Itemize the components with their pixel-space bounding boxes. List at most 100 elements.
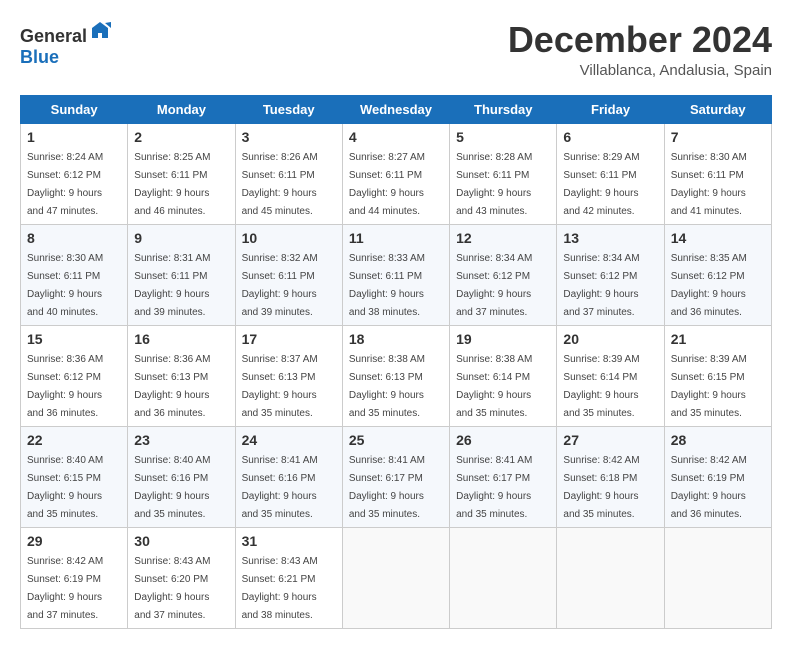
day-info: Sunrise: 8:27 AMSunset: 6:11 PMDaylight:… (349, 152, 425, 217)
page-header: General Blue December 2024 Villablanca, … (20, 20, 772, 79)
header-monday: Monday (128, 95, 235, 123)
header-saturday: Saturday (664, 95, 771, 123)
calendar-cell: 18 Sunrise: 8:38 AMSunset: 6:13 PMDaylig… (342, 325, 449, 426)
day-info: Sunrise: 8:38 AMSunset: 6:14 PMDaylight:… (456, 354, 532, 419)
calendar-cell: 14 Sunrise: 8:35 AMSunset: 6:12 PMDaylig… (664, 224, 771, 325)
day-number: 5 (456, 129, 550, 145)
calendar-cell: 25 Sunrise: 8:41 AMSunset: 6:17 PMDaylig… (342, 426, 449, 527)
day-info: Sunrise: 8:43 AMSunset: 6:21 PMDaylight:… (242, 556, 318, 621)
day-number: 20 (563, 331, 657, 347)
day-info: Sunrise: 8:43 AMSunset: 6:20 PMDaylight:… (134, 556, 210, 621)
calendar-cell (450, 527, 557, 628)
day-info: Sunrise: 8:42 AMSunset: 6:19 PMDaylight:… (671, 455, 747, 520)
calendar-week-row: 1 Sunrise: 8:24 AMSunset: 6:12 PMDayligh… (21, 123, 772, 224)
day-info: Sunrise: 8:25 AMSunset: 6:11 PMDaylight:… (134, 152, 210, 217)
day-number: 28 (671, 432, 765, 448)
day-number: 24 (242, 432, 336, 448)
day-number: 16 (134, 331, 228, 347)
day-number: 11 (349, 230, 443, 246)
day-number: 23 (134, 432, 228, 448)
calendar-cell: 7 Sunrise: 8:30 AMSunset: 6:11 PMDayligh… (664, 123, 771, 224)
calendar-cell: 30 Sunrise: 8:43 AMSunset: 6:20 PMDaylig… (128, 527, 235, 628)
day-info: Sunrise: 8:41 AMSunset: 6:17 PMDaylight:… (456, 455, 532, 520)
calendar-cell: 3 Sunrise: 8:26 AMSunset: 6:11 PMDayligh… (235, 123, 342, 224)
calendar-cell: 23 Sunrise: 8:40 AMSunset: 6:16 PMDaylig… (128, 426, 235, 527)
day-number: 9 (134, 230, 228, 246)
calendar-cell: 4 Sunrise: 8:27 AMSunset: 6:11 PMDayligh… (342, 123, 449, 224)
day-info: Sunrise: 8:29 AMSunset: 6:11 PMDaylight:… (563, 152, 639, 217)
calendar-cell (342, 527, 449, 628)
calendar-cell (664, 527, 771, 628)
day-number: 21 (671, 331, 765, 347)
month-title: December 2024 (508, 20, 772, 60)
calendar-week-row: 22 Sunrise: 8:40 AMSunset: 6:15 PMDaylig… (21, 426, 772, 527)
day-info: Sunrise: 8:39 AMSunset: 6:15 PMDaylight:… (671, 354, 747, 419)
day-info: Sunrise: 8:38 AMSunset: 6:13 PMDaylight:… (349, 354, 425, 419)
calendar-cell: 8 Sunrise: 8:30 AMSunset: 6:11 PMDayligh… (21, 224, 128, 325)
day-number: 31 (242, 533, 336, 549)
day-info: Sunrise: 8:34 AMSunset: 6:12 PMDaylight:… (456, 253, 532, 318)
calendar-cell: 20 Sunrise: 8:39 AMSunset: 6:14 PMDaylig… (557, 325, 664, 426)
calendar-cell: 22 Sunrise: 8:40 AMSunset: 6:15 PMDaylig… (21, 426, 128, 527)
calendar-cell: 5 Sunrise: 8:28 AMSunset: 6:11 PMDayligh… (450, 123, 557, 224)
day-number: 14 (671, 230, 765, 246)
day-info: Sunrise: 8:37 AMSunset: 6:13 PMDaylight:… (242, 354, 318, 419)
day-info: Sunrise: 8:42 AMSunset: 6:19 PMDaylight:… (27, 556, 103, 621)
calendar-cell: 19 Sunrise: 8:38 AMSunset: 6:14 PMDaylig… (450, 325, 557, 426)
calendar-header-row: Sunday Monday Tuesday Wednesday Thursday… (21, 95, 772, 123)
logo-general: General (20, 26, 87, 46)
day-number: 18 (349, 331, 443, 347)
logo-icon (89, 20, 111, 42)
day-info: Sunrise: 8:41 AMSunset: 6:16 PMDaylight:… (242, 455, 318, 520)
calendar-cell: 10 Sunrise: 8:32 AMSunset: 6:11 PMDaylig… (235, 224, 342, 325)
day-number: 10 (242, 230, 336, 246)
logo: General Blue (20, 20, 111, 68)
day-info: Sunrise: 8:33 AMSunset: 6:11 PMDaylight:… (349, 253, 425, 318)
day-info: Sunrise: 8:31 AMSunset: 6:11 PMDaylight:… (134, 253, 210, 318)
day-info: Sunrise: 8:30 AMSunset: 6:11 PMDaylight:… (671, 152, 747, 217)
day-number: 25 (349, 432, 443, 448)
calendar-cell: 26 Sunrise: 8:41 AMSunset: 6:17 PMDaylig… (450, 426, 557, 527)
day-info: Sunrise: 8:28 AMSunset: 6:11 PMDaylight:… (456, 152, 532, 217)
day-number: 19 (456, 331, 550, 347)
header-wednesday: Wednesday (342, 95, 449, 123)
title-area: December 2024 Villablanca, Andalusia, Sp… (508, 20, 772, 79)
day-number: 6 (563, 129, 657, 145)
day-number: 13 (563, 230, 657, 246)
calendar-cell: 13 Sunrise: 8:34 AMSunset: 6:12 PMDaylig… (557, 224, 664, 325)
day-number: 1 (27, 129, 121, 145)
calendar-cell: 11 Sunrise: 8:33 AMSunset: 6:11 PMDaylig… (342, 224, 449, 325)
calendar-cell: 1 Sunrise: 8:24 AMSunset: 6:12 PMDayligh… (21, 123, 128, 224)
day-number: 26 (456, 432, 550, 448)
calendar-cell: 27 Sunrise: 8:42 AMSunset: 6:18 PMDaylig… (557, 426, 664, 527)
day-info: Sunrise: 8:40 AMSunset: 6:15 PMDaylight:… (27, 455, 103, 520)
day-info: Sunrise: 8:36 AMSunset: 6:12 PMDaylight:… (27, 354, 103, 419)
calendar-table: Sunday Monday Tuesday Wednesday Thursday… (20, 95, 772, 629)
calendar-cell: 28 Sunrise: 8:42 AMSunset: 6:19 PMDaylig… (664, 426, 771, 527)
calendar-cell: 15 Sunrise: 8:36 AMSunset: 6:12 PMDaylig… (21, 325, 128, 426)
day-info: Sunrise: 8:30 AMSunset: 6:11 PMDaylight:… (27, 253, 103, 318)
calendar-cell: 9 Sunrise: 8:31 AMSunset: 6:11 PMDayligh… (128, 224, 235, 325)
day-info: Sunrise: 8:42 AMSunset: 6:18 PMDaylight:… (563, 455, 639, 520)
header-sunday: Sunday (21, 95, 128, 123)
day-info: Sunrise: 8:36 AMSunset: 6:13 PMDaylight:… (134, 354, 210, 419)
calendar-cell: 16 Sunrise: 8:36 AMSunset: 6:13 PMDaylig… (128, 325, 235, 426)
calendar-cell: 6 Sunrise: 8:29 AMSunset: 6:11 PMDayligh… (557, 123, 664, 224)
header-thursday: Thursday (450, 95, 557, 123)
day-number: 30 (134, 533, 228, 549)
calendar-cell: 29 Sunrise: 8:42 AMSunset: 6:19 PMDaylig… (21, 527, 128, 628)
header-tuesday: Tuesday (235, 95, 342, 123)
calendar-cell: 31 Sunrise: 8:43 AMSunset: 6:21 PMDaylig… (235, 527, 342, 628)
day-info: Sunrise: 8:40 AMSunset: 6:16 PMDaylight:… (134, 455, 210, 520)
calendar-cell: 17 Sunrise: 8:37 AMSunset: 6:13 PMDaylig… (235, 325, 342, 426)
day-number: 7 (671, 129, 765, 145)
header-friday: Friday (557, 95, 664, 123)
day-info: Sunrise: 8:24 AMSunset: 6:12 PMDaylight:… (27, 152, 103, 217)
day-info: Sunrise: 8:32 AMSunset: 6:11 PMDaylight:… (242, 253, 318, 318)
day-number: 8 (27, 230, 121, 246)
calendar-cell (557, 527, 664, 628)
day-number: 3 (242, 129, 336, 145)
day-info: Sunrise: 8:35 AMSunset: 6:12 PMDaylight:… (671, 253, 747, 318)
day-info: Sunrise: 8:41 AMSunset: 6:17 PMDaylight:… (349, 455, 425, 520)
day-number: 15 (27, 331, 121, 347)
